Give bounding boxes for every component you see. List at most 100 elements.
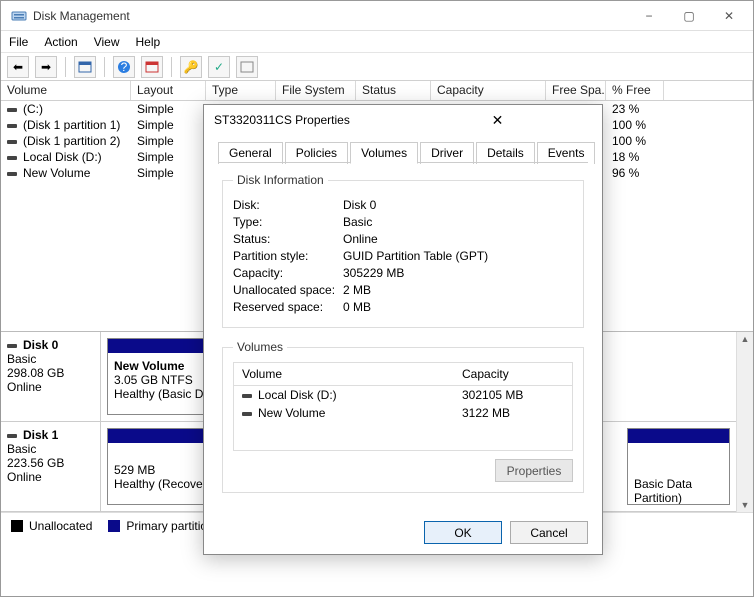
col-type[interactable]: Type <box>206 81 276 100</box>
volumes-group: Volumes VolumeCapacity Local Disk (D:)30… <box>222 340 584 493</box>
label-status: Status: <box>233 232 343 246</box>
legend-label: Primary partition <box>126 519 213 533</box>
close-button[interactable]: ✕ <box>709 2 749 30</box>
col-volume[interactable]: Volume <box>1 81 131 100</box>
disk-size: 298.08 GB <box>7 366 64 380</box>
tab-events[interactable]: Events <box>537 142 596 164</box>
disk-size: 223.56 GB <box>7 456 64 470</box>
tab-general[interactable]: General <box>218 142 283 164</box>
col-volume: Volume <box>234 363 454 385</box>
disk-id: Disk 1 <box>23 428 58 442</box>
volume-row[interactable]: New Volume3122 MB <box>234 404 572 422</box>
separator <box>171 57 172 77</box>
forward-button[interactable]: ➡ <box>35 56 57 78</box>
volume-list-header: Volume Layout Type File System Status Ca… <box>1 81 753 101</box>
col-filesystem[interactable]: File System <box>276 81 356 100</box>
value-unallocated: 2 MB <box>343 283 371 297</box>
settings-button[interactable] <box>141 56 163 78</box>
app-icon <box>11 8 27 24</box>
label-partition-style: Partition style: <box>233 249 343 263</box>
volume-name: Local Disk (D:) <box>23 150 102 164</box>
disk-header[interactable]: Disk 1 Basic 223.56 GB Online <box>1 422 101 511</box>
volume-name: New Volume <box>23 166 90 180</box>
value-capacity: 305229 MB <box>343 266 404 280</box>
volumes-table[interactable]: VolumeCapacity Local Disk (D:)302105 MB … <box>233 362 573 451</box>
disk-icon <box>7 344 17 348</box>
col-pfree[interactable]: % Free <box>606 81 664 100</box>
minimize-button[interactable]: − <box>629 2 669 30</box>
menu-file[interactable]: File <box>9 35 28 49</box>
tab-driver[interactable]: Driver <box>420 142 474 164</box>
scrollbar[interactable]: ▲▼ <box>736 332 753 512</box>
volume-name: (C:) <box>23 102 43 116</box>
label-disk: Disk: <box>233 198 343 212</box>
show-hide-console-button[interactable] <box>74 56 96 78</box>
properties-button[interactable]: Properties <box>495 459 573 482</box>
maximize-button[interactable]: ▢ <box>669 2 709 30</box>
col-layout[interactable]: Layout <box>131 81 206 100</box>
cancel-button[interactable]: Cancel <box>510 521 588 544</box>
col-status[interactable]: Status <box>356 81 431 100</box>
menu-help[interactable]: Help <box>136 35 161 49</box>
value-type: Basic <box>343 215 372 229</box>
back-button[interactable]: ⬅ <box>7 56 29 78</box>
properties-dialog: ST3320311CS Properties ✕ General Policie… <box>203 104 603 555</box>
volume-icon <box>7 172 17 176</box>
tab-policies[interactable]: Policies <box>285 142 348 164</box>
tab-pane-volumes: Disk Information Disk:Disk 0 Type:Basic … <box>204 163 602 511</box>
menu-bar: File Action View Help <box>1 31 753 53</box>
value-status: Online <box>343 232 378 246</box>
volume-icon <box>242 394 252 398</box>
title-bar: Disk Management − ▢ ✕ <box>1 1 753 31</box>
dialog-titlebar[interactable]: ST3320311CS Properties ✕ <box>204 105 602 135</box>
ok-button[interactable]: OK <box>424 521 502 544</box>
label-type: Type: <box>233 215 343 229</box>
tab-volumes[interactable]: Volumes <box>350 142 418 164</box>
separator <box>104 57 105 77</box>
legend-swatch-unallocated <box>11 520 23 532</box>
action-button[interactable]: 🔑 <box>180 56 202 78</box>
tab-details[interactable]: Details <box>476 142 535 164</box>
menu-view[interactable]: View <box>94 35 120 49</box>
disk-type: Basic <box>7 442 36 456</box>
legend-swatch-primary <box>108 520 120 532</box>
col-free[interactable]: Free Spa... <box>546 81 606 100</box>
disk-header[interactable]: Disk 0 Basic 298.08 GB Online <box>1 332 101 421</box>
scroll-down-icon[interactable]: ▼ <box>741 500 750 510</box>
disk-info-group: Disk Information Disk:Disk 0 Type:Basic … <box>222 173 584 328</box>
menu-action[interactable]: Action <box>44 35 77 49</box>
help-button[interactable]: ? <box>113 56 135 78</box>
disk-icon <box>7 434 17 438</box>
dialog-title: ST3320311CS Properties <box>214 113 403 127</box>
volume-row[interactable]: Local Disk (D:)302105 MB <box>234 386 572 404</box>
disk-type: Basic <box>7 352 36 366</box>
legend-label: Unallocated <box>29 519 92 533</box>
disk-id: Disk 0 <box>23 338 58 352</box>
disk-status: Online <box>7 380 42 394</box>
dialog-close-button[interactable]: ✕ <box>403 112 592 129</box>
partition-title: New Volume <box>114 359 184 373</box>
refresh-button[interactable]: ✓ <box>208 56 230 78</box>
label-reserved: Reserved space: <box>233 300 343 314</box>
disk-status: Online <box>7 470 42 484</box>
col-spacer <box>664 81 753 100</box>
label-capacity: Capacity: <box>233 266 343 280</box>
partition[interactable]: Basic Data Partition) <box>627 428 730 505</box>
volume-icon <box>7 140 17 144</box>
col-capacity[interactable]: Capacity <box>431 81 546 100</box>
volume-icon <box>242 412 252 416</box>
label-unallocated: Unallocated space: <box>233 283 343 297</box>
col-capacity: Capacity <box>454 363 572 385</box>
value-partition-style: GUID Partition Table (GPT) <box>343 249 488 263</box>
separator <box>65 57 66 77</box>
volume-icon <box>7 124 17 128</box>
group-title: Volumes <box>233 340 287 354</box>
volume-name: (Disk 1 partition 1) <box>23 118 120 132</box>
scroll-up-icon[interactable]: ▲ <box>741 334 750 344</box>
volume-icon <box>7 108 17 112</box>
toolbar: ⬅ ➡ ? 🔑 ✓ <box>1 53 753 81</box>
tab-strip: General Policies Volumes Driver Details … <box>204 135 602 163</box>
value-disk: Disk 0 <box>343 198 376 212</box>
value-reserved: 0 MB <box>343 300 371 314</box>
list-button[interactable] <box>236 56 258 78</box>
